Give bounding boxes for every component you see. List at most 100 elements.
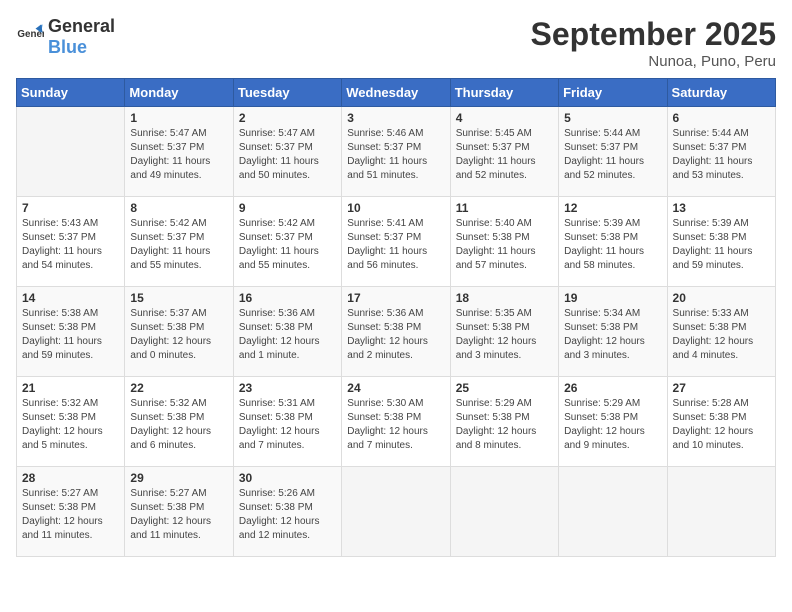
day-cell: 4 Sunrise: 5:45 AM Sunset: 5:37 PM Daylig… [450,107,558,197]
day-cell: 24 Sunrise: 5:30 AM Sunset: 5:38 PM Dayli… [342,377,450,467]
day-cell: 20 Sunrise: 5:33 AM Sunset: 5:38 PM Dayli… [667,287,775,377]
day-number: 6 [673,111,770,125]
day-cell: 6 Sunrise: 5:44 AM Sunset: 5:37 PM Daylig… [667,107,775,197]
day-cell: 3 Sunrise: 5:46 AM Sunset: 5:37 PM Daylig… [342,107,450,197]
day-cell: 25 Sunrise: 5:29 AM Sunset: 5:38 PM Dayli… [450,377,558,467]
day-info: Sunrise: 5:34 AM Sunset: 5:38 PM Dayligh… [564,307,661,363]
page-header: General General Blue September 2025 Nuno… [16,16,776,70]
day-info: Sunrise: 5:32 AM Sunset: 5:38 PM Dayligh… [130,397,227,453]
day-info: Sunrise: 5:44 AM Sunset: 5:37 PM Dayligh… [673,127,770,183]
day-number: 19 [564,291,661,305]
day-info: Sunrise: 5:27 AM Sunset: 5:38 PM Dayligh… [22,487,119,543]
day-cell: 26 Sunrise: 5:29 AM Sunset: 5:38 PM Dayli… [559,377,667,467]
day-cell: 10 Sunrise: 5:41 AM Sunset: 5:37 PM Dayli… [342,197,450,287]
day-number: 3 [347,111,444,125]
day-info: Sunrise: 5:29 AM Sunset: 5:38 PM Dayligh… [564,397,661,453]
weekday-header-saturday: Saturday [667,79,775,107]
location-subtitle: Nunoa, Puno, Peru [531,53,776,70]
day-number: 27 [673,381,770,395]
day-number: 30 [239,471,336,485]
day-cell: 11 Sunrise: 5:40 AM Sunset: 5:38 PM Dayli… [450,197,558,287]
day-cell: 5Sunrise: 5:44 AM Sunset: 5:37 PM Daylig… [559,107,667,197]
day-info: Sunrise: 5:31 AM Sunset: 5:38 PM Dayligh… [239,397,336,453]
day-number: 20 [673,291,770,305]
day-cell: 2Sunrise: 5:47 AM Sunset: 5:37 PM Daylig… [233,107,341,197]
logo: General General Blue [16,16,115,58]
day-info: Sunrise: 5:29 AM Sunset: 5:38 PM Dayligh… [456,397,553,453]
calendar-table: SundayMondayTuesdayWednesdayThursdayFrid… [16,78,776,557]
weekday-header-monday: Monday [125,79,233,107]
day-number: 29 [130,471,227,485]
header-row: SundayMondayTuesdayWednesdayThursdayFrid… [17,79,776,107]
day-number: 1 [130,111,227,125]
day-cell [450,467,558,557]
day-number: 16 [239,291,336,305]
logo-blue-text: Blue [48,37,87,57]
day-cell: 13 Sunrise: 5:39 AM Sunset: 5:38 PM Dayli… [667,197,775,287]
day-cell: 17 Sunrise: 5:36 AM Sunset: 5:38 PM Dayli… [342,287,450,377]
day-cell [17,107,125,197]
day-number: 13 [673,201,770,215]
day-cell: 29 Sunrise: 5:27 AM Sunset: 5:38 PM Dayli… [125,467,233,557]
day-cell [559,467,667,557]
day-number: 10 [347,201,444,215]
day-cell: 22 Sunrise: 5:32 AM Sunset: 5:38 PM Dayli… [125,377,233,467]
day-info: Sunrise: 5:46 AM Sunset: 5:37 PM Dayligh… [347,127,444,183]
day-info: Sunrise: 5:33 AM Sunset: 5:38 PM Dayligh… [673,307,770,363]
day-info: Sunrise: 5:37 AM Sunset: 5:38 PM Dayligh… [130,307,227,363]
day-cell: 7Sunrise: 5:43 AM Sunset: 5:37 PM Daylig… [17,197,125,287]
weekday-header-friday: Friday [559,79,667,107]
week-row-2: 7Sunrise: 5:43 AM Sunset: 5:37 PM Daylig… [17,197,776,287]
week-row-5: 28 Sunrise: 5:27 AM Sunset: 5:38 PM Dayli… [17,467,776,557]
day-number: 15 [130,291,227,305]
day-info: Sunrise: 5:32 AM Sunset: 5:38 PM Dayligh… [22,397,119,453]
day-info: Sunrise: 5:47 AM Sunset: 5:37 PM Dayligh… [130,127,227,183]
weekday-header-wednesday: Wednesday [342,79,450,107]
day-number: 12 [564,201,661,215]
day-number: 2 [239,111,336,125]
day-number: 25 [456,381,553,395]
day-info: Sunrise: 5:39 AM Sunset: 5:38 PM Dayligh… [673,217,770,273]
day-info: Sunrise: 5:40 AM Sunset: 5:38 PM Dayligh… [456,217,553,273]
day-number: 17 [347,291,444,305]
day-number: 28 [22,471,119,485]
day-info: Sunrise: 5:28 AM Sunset: 5:38 PM Dayligh… [673,397,770,453]
day-number: 14 [22,291,119,305]
day-cell: 16 Sunrise: 5:36 AM Sunset: 5:38 PM Dayli… [233,287,341,377]
day-info: Sunrise: 5:35 AM Sunset: 5:38 PM Dayligh… [456,307,553,363]
day-cell: 9 Sunrise: 5:42 AM Sunset: 5:37 PM Daylig… [233,197,341,287]
day-info: Sunrise: 5:38 AM Sunset: 5:38 PM Dayligh… [22,307,119,363]
logo-general-text: General [48,16,115,36]
day-cell: 23Sunrise: 5:31 AM Sunset: 5:38 PM Dayli… [233,377,341,467]
day-number: 4 [456,111,553,125]
day-cell: 1 Sunrise: 5:47 AM Sunset: 5:37 PM Daylig… [125,107,233,197]
day-number: 22 [130,381,227,395]
day-info: Sunrise: 5:27 AM Sunset: 5:38 PM Dayligh… [130,487,227,543]
day-number: 11 [456,201,553,215]
weekday-header-tuesday: Tuesday [233,79,341,107]
day-number: 24 [347,381,444,395]
day-cell: 21 Sunrise: 5:32 AM Sunset: 5:38 PM Dayli… [17,377,125,467]
weekday-header-sunday: Sunday [17,79,125,107]
month-title: September 2025 [531,16,776,53]
day-cell: 8Sunrise: 5:42 AM Sunset: 5:37 PM Daylig… [125,197,233,287]
logo-icon: General [16,23,44,51]
day-info: Sunrise: 5:36 AM Sunset: 5:38 PM Dayligh… [347,307,444,363]
day-cell: 27 Sunrise: 5:28 AM Sunset: 5:38 PM Dayli… [667,377,775,467]
day-info: Sunrise: 5:36 AM Sunset: 5:38 PM Dayligh… [239,307,336,363]
week-row-4: 21 Sunrise: 5:32 AM Sunset: 5:38 PM Dayli… [17,377,776,467]
day-info: Sunrise: 5:41 AM Sunset: 5:37 PM Dayligh… [347,217,444,273]
day-info: Sunrise: 5:39 AM Sunset: 5:38 PM Dayligh… [564,217,661,273]
day-info: Sunrise: 5:42 AM Sunset: 5:37 PM Dayligh… [239,217,336,273]
day-info: Sunrise: 5:45 AM Sunset: 5:37 PM Dayligh… [456,127,553,183]
day-cell: 14 Sunrise: 5:38 AM Sunset: 5:38 PM Dayli… [17,287,125,377]
day-cell: 18Sunrise: 5:35 AM Sunset: 5:38 PM Dayli… [450,287,558,377]
day-info: Sunrise: 5:42 AM Sunset: 5:37 PM Dayligh… [130,217,227,273]
day-info: Sunrise: 5:43 AM Sunset: 5:37 PM Dayligh… [22,217,119,273]
day-info: Sunrise: 5:30 AM Sunset: 5:38 PM Dayligh… [347,397,444,453]
day-number: 9 [239,201,336,215]
day-info: Sunrise: 5:44 AM Sunset: 5:37 PM Dayligh… [564,127,661,183]
title-section: September 2025 Nunoa, Puno, Peru [531,16,776,70]
day-number: 21 [22,381,119,395]
day-number: 26 [564,381,661,395]
